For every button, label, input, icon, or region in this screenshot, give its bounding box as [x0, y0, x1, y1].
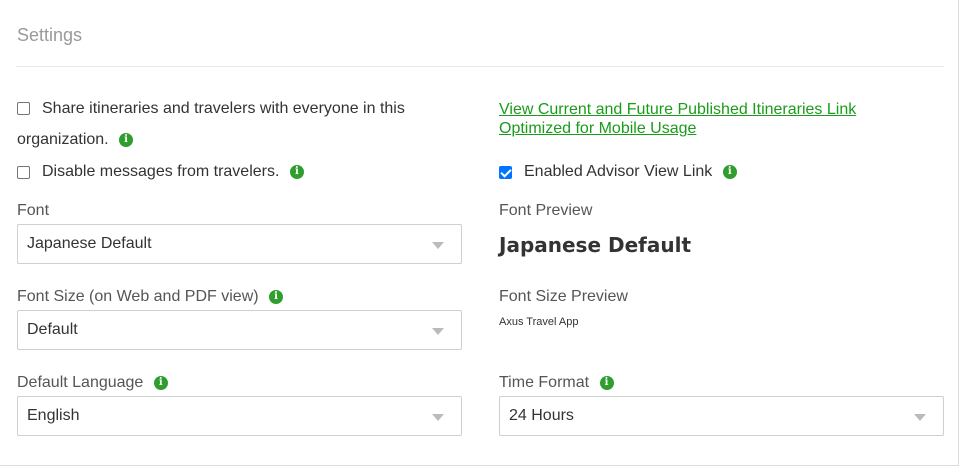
font-size-label: Font Size (on Web and PDF view) [17, 288, 259, 305]
font-preview-text: Japanese Default [499, 233, 692, 257]
disable-messages-checkbox[interactable] [17, 166, 30, 179]
advisor-view-row: Enabled Advisor View Link i [524, 163, 737, 181]
chevron-down-icon [914, 414, 926, 421]
link-line2: Optimized for Mobile Usage [499, 120, 697, 137]
font-size-preview-text: Axus Travel App [499, 316, 579, 328]
font-preview-label: Font Preview [499, 202, 593, 219]
time-format-label-row: Time Format i [499, 374, 614, 392]
font-size-select-value: Default [27, 321, 78, 338]
settings-panel: Settings Share itineraries and travelers… [0, 0, 959, 466]
disable-info-icon[interactable]: i [289, 164, 304, 179]
font-size-info-icon[interactable]: i [269, 289, 284, 304]
disable-messages-row: Disable messages from travelers. i [42, 163, 304, 181]
font-label: Font [17, 202, 50, 219]
time-format-info-icon[interactable]: i [599, 375, 614, 390]
share-label-cont: organization. i [17, 131, 134, 149]
chevron-down-icon [432, 242, 444, 249]
share-checkbox[interactable] [17, 102, 30, 115]
time-format-select-value: 24 Hours [509, 407, 574, 424]
disable-messages-label: Disable messages from travelers. [42, 163, 280, 180]
time-format-select[interactable]: 24 Hours [499, 396, 944, 436]
panel-title: Settings [17, 25, 83, 45]
font-select[interactable]: Japanese Default [17, 224, 462, 264]
language-info-icon[interactable]: i [153, 375, 168, 390]
share-label: Share itineraries and travelers with eve… [42, 100, 405, 117]
advisor-view-checkbox[interactable] [499, 166, 512, 179]
advisor-view-label: Enabled Advisor View Link [524, 163, 713, 180]
font-size-preview-label: Font Size Preview [499, 288, 628, 305]
language-label-row: Default Language i [17, 374, 168, 392]
font-size-label-row: Font Size (on Web and PDF view) i [17, 288, 284, 306]
font-select-value: Japanese Default [27, 235, 152, 252]
title-divider [16, 66, 944, 67]
time-format-label: Time Format [499, 374, 590, 391]
language-select-value: English [27, 407, 80, 424]
published-itineraries-link[interactable]: View Current and Future Published Itiner… [499, 100, 856, 138]
share-label-line2: organization. [17, 131, 109, 148]
font-size-select[interactable]: Default [17, 310, 462, 350]
language-label: Default Language [17, 374, 144, 391]
chevron-down-icon [432, 414, 444, 421]
share-info-icon[interactable]: i [119, 132, 134, 147]
language-select[interactable]: English [17, 396, 462, 436]
chevron-down-icon [432, 328, 444, 335]
link-line1: View Current and Future Published Itiner… [499, 101, 857, 118]
advisor-info-icon[interactable]: i [722, 164, 737, 179]
